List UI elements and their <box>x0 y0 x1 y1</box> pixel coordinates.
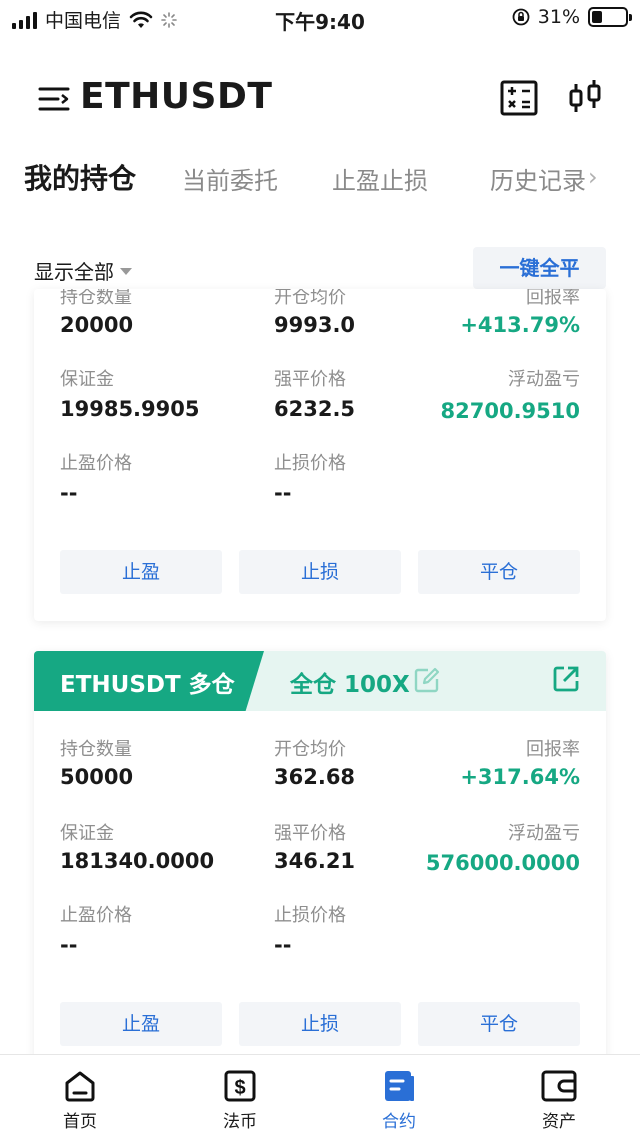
edit-icon[interactable] <box>414 667 440 693</box>
tab-open-orders[interactable]: 当前委托 <box>182 161 278 196</box>
chevron-right-icon[interactable]: › <box>588 163 598 191</box>
entry-price-label: 开仓均价 <box>274 289 346 308</box>
home-icon <box>65 1071 95 1102</box>
qty-label: 持仓数量 <box>60 739 132 760</box>
nav-item-home[interactable]: 首页 <box>30 1069 130 1132</box>
filter-label: 显示全部 <box>34 260 114 284</box>
qty-label: 持仓数量 <box>60 289 132 308</box>
position-tabs: 我的持仓 当前委托 止盈止损 历史记录 › <box>0 155 640 205</box>
tp-price-value: -- <box>60 933 78 957</box>
close-position-button[interactable]: 平仓 <box>418 1002 580 1046</box>
margin-label: 保证金 <box>60 369 114 390</box>
nav-item-assets[interactable]: 资产 <box>509 1069 609 1132</box>
roe-label: 回报率 <box>526 739 580 760</box>
position-card: ETHUSDT 多仓 全仓 100X 持仓数量 开仓均价 回报率 50000 3… <box>34 651 606 1071</box>
calculator-icon[interactable] <box>500 80 538 116</box>
tab-my-positions[interactable]: 我的持仓 <box>24 157 136 197</box>
sl-price-label: 止损价格 <box>274 905 346 926</box>
liq-price-label: 强平价格 <box>274 369 346 390</box>
take-profit-button[interactable]: 止盈 <box>60 1002 222 1046</box>
candlestick-chart-icon[interactable] <box>566 78 604 118</box>
status-right: 31% <box>512 6 632 28</box>
stop-loss-button[interactable]: 止损 <box>239 550 401 594</box>
margin-value: 181340.0000 <box>60 849 215 873</box>
close-all-button[interactable]: 一键全平 <box>473 247 606 289</box>
sl-price-label: 止损价格 <box>274 453 346 474</box>
sl-price-value: -- <box>274 933 292 957</box>
qty-value: 50000 <box>60 765 134 789</box>
margin-label: 保证金 <box>60 823 114 844</box>
svg-text:$: $ <box>234 1077 245 1099</box>
pnl-value: 82700.9510 <box>440 399 580 423</box>
filter-dropdown[interactable]: 显示全部 <box>34 256 132 285</box>
close-position-button[interactable]: 平仓 <box>418 550 580 594</box>
contract-icon <box>385 1071 414 1101</box>
stop-loss-button[interactable]: 止损 <box>239 1002 401 1046</box>
nav-label-fiat: 法币 <box>223 1112 257 1132</box>
entry-price-value: 362.68 <box>274 765 356 789</box>
liq-price-value: 346.21 <box>274 849 356 873</box>
battery-icon <box>588 7 632 27</box>
position-card-header: ETHUSDT 多仓 全仓 100X <box>34 651 606 711</box>
battery-percent: 31% <box>537 6 580 28</box>
menu-icon[interactable] <box>38 84 72 114</box>
nav-label-assets: 资产 <box>542 1112 576 1132</box>
tp-price-label: 止盈价格 <box>60 905 132 926</box>
wallet-icon <box>541 1070 577 1102</box>
sl-price-value: -- <box>274 481 292 505</box>
nav-label-home: 首页 <box>63 1112 97 1132</box>
take-profit-button[interactable]: 止盈 <box>60 550 222 594</box>
nav-item-fiat[interactable]: $ 法币 <box>190 1069 290 1132</box>
entry-price-label: 开仓均价 <box>274 739 346 760</box>
margin-mode-leverage[interactable]: 全仓 100X <box>290 665 410 699</box>
nav-label-contract: 合约 <box>382 1112 416 1132</box>
tab-tp-sl[interactable]: 止盈止损 <box>332 161 428 196</box>
tab-history[interactable]: 历史记录 <box>490 161 586 196</box>
caret-down-icon <box>120 268 132 275</box>
status-bar: 中国电信 下午9:40 31% <box>0 0 640 36</box>
liq-price-label: 强平价格 <box>274 823 346 844</box>
pnl-label: 浮动盈亏 <box>508 369 580 390</box>
share-icon[interactable] <box>552 665 580 693</box>
orientation-lock-icon <box>512 8 530 26</box>
pnl-label: 浮动盈亏 <box>508 823 580 844</box>
page-title[interactable]: ETHUSDT <box>80 76 272 117</box>
tp-price-label: 止盈价格 <box>60 453 132 474</box>
roe-label: 回报率 <box>526 289 580 308</box>
roe-value: +413.79% <box>460 313 580 337</box>
bottom-navigation: 首页 $ 法币 合约 资产 <box>0 1054 640 1138</box>
qty-value: 20000 <box>60 313 134 337</box>
app-header: ETHUSDT <box>0 70 640 130</box>
roe-value: +317.64% <box>460 765 580 789</box>
position-symbol: ETHUSDT 多仓 <box>60 672 235 698</box>
fiat-icon: $ <box>224 1070 256 1102</box>
margin-value: 19985.9905 <box>60 397 200 421</box>
tp-price-value: -- <box>60 481 78 505</box>
liq-price-value: 6232.5 <box>274 397 356 421</box>
pnl-value: 576000.0000 <box>425 851 580 875</box>
position-card: 持仓数量 开仓均价 回报率 20000 9993.0 +413.79% 保证金 … <box>34 289 606 621</box>
nav-item-contract[interactable]: 合约 <box>349 1069 449 1132</box>
entry-price-value: 9993.0 <box>274 313 356 337</box>
